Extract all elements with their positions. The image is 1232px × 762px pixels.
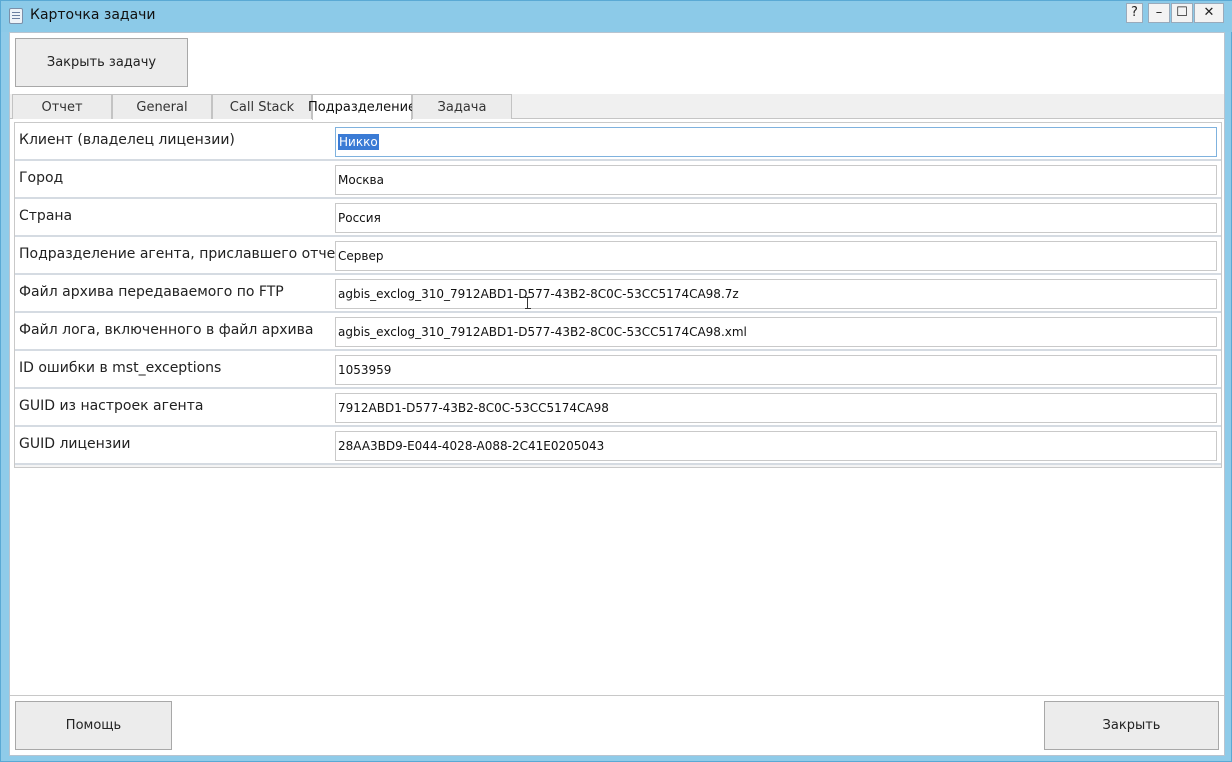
field-label: GUID из настроек агента — [19, 398, 204, 414]
field-row-log-file: Файл лога, включенного в файл архива agb… — [15, 313, 1221, 351]
field-row-ftp-archive: Файл архива передаваемого по FTP agbis_e… — [15, 275, 1221, 313]
field-label: ID ошибки в mst_exceptions — [19, 360, 222, 376]
country-field[interactable]: Россия — [335, 203, 1217, 233]
tab-call-stack[interactable]: Call Stack — [212, 94, 312, 119]
field-label: Подразделение агента, приславшего отчет — [19, 246, 344, 262]
field-row-city: Город Москва — [15, 161, 1221, 199]
field-row-agent-division: Подразделение агента, приславшего отчет … — [15, 237, 1221, 275]
field-row-agent-guid: GUID из настроек агента 7912ABD1-D577-43… — [15, 389, 1221, 427]
title-bar[interactable]: Карточка задачи ? – ☐ ✕ — [1, 1, 1232, 32]
tab-division[interactable]: Подразделение — [308, 94, 416, 120]
field-label: Город — [19, 170, 64, 186]
field-row-country: Страна Россия — [15, 199, 1221, 237]
properties-grid: Клиент (владелец лицензии) Никко Город М… — [14, 122, 1222, 468]
close-icon[interactable]: ✕ — [1194, 3, 1224, 23]
ftp-archive-field[interactable]: agbis_exclog_310_7912ABD1-D577-43B2-8C0C… — [335, 279, 1217, 309]
exception-id-field[interactable]: 1053959 — [335, 355, 1217, 385]
field-value: Никко — [338, 134, 379, 150]
window-title: Карточка задачи — [30, 7, 156, 23]
bottom-toolbar: Помощь Закрыть — [10, 695, 1224, 755]
field-row-license-guid: GUID лицензии 28AA3BD9-E044-4028-A088-2C… — [15, 427, 1221, 465]
field-label: Файл архива передаваемого по FTP — [19, 284, 284, 300]
field-label: GUID лицензии — [19, 436, 131, 452]
field-label: Клиент (владелец лицензии) — [19, 132, 235, 148]
help-icon[interactable]: ? — [1126, 3, 1143, 23]
help-button[interactable]: Помощь — [15, 701, 172, 750]
minimize-icon[interactable]: – — [1148, 3, 1170, 23]
license-guid-field[interactable]: 28AA3BD9-E044-4028-A088-2C41E0205043 — [335, 431, 1217, 461]
task-card-window: Карточка задачи ? – ☐ ✕ Закрыть задачу О… — [0, 0, 1232, 762]
top-toolbar: Закрыть задачу — [10, 33, 1224, 93]
agent-guid-field[interactable]: 7912ABD1-D577-43B2-8C0C-53CC5174CA98 — [335, 393, 1217, 423]
field-label: Файл лога, включенного в файл архива — [19, 322, 314, 338]
text-cursor-icon — [525, 297, 531, 309]
tab-strip: Отчет General Call Stack Подразделение З… — [10, 94, 1224, 120]
city-field[interactable]: Москва — [335, 165, 1217, 195]
client-field[interactable]: Никко — [335, 127, 1217, 157]
close-button[interactable]: Закрыть — [1044, 701, 1219, 750]
tab-task[interactable]: Задача — [412, 94, 512, 119]
tab-general[interactable]: General — [112, 94, 212, 119]
field-label: Страна — [19, 208, 73, 224]
close-task-button[interactable]: Закрыть задачу — [15, 38, 188, 87]
log-file-field[interactable]: agbis_exclog_310_7912ABD1-D577-43B2-8C0C… — [335, 317, 1217, 347]
app-icon — [9, 8, 23, 24]
field-row-client: Клиент (владелец лицензии) Никко — [15, 123, 1221, 161]
agent-division-field[interactable]: Сервер — [335, 241, 1217, 271]
maximize-icon[interactable]: ☐ — [1171, 3, 1193, 23]
tab-report[interactable]: Отчет — [12, 94, 112, 119]
field-row-exception-id: ID ошибки в mst_exceptions 1053959 — [15, 351, 1221, 389]
client-area: Закрыть задачу Отчет General Call Stack … — [9, 32, 1225, 756]
